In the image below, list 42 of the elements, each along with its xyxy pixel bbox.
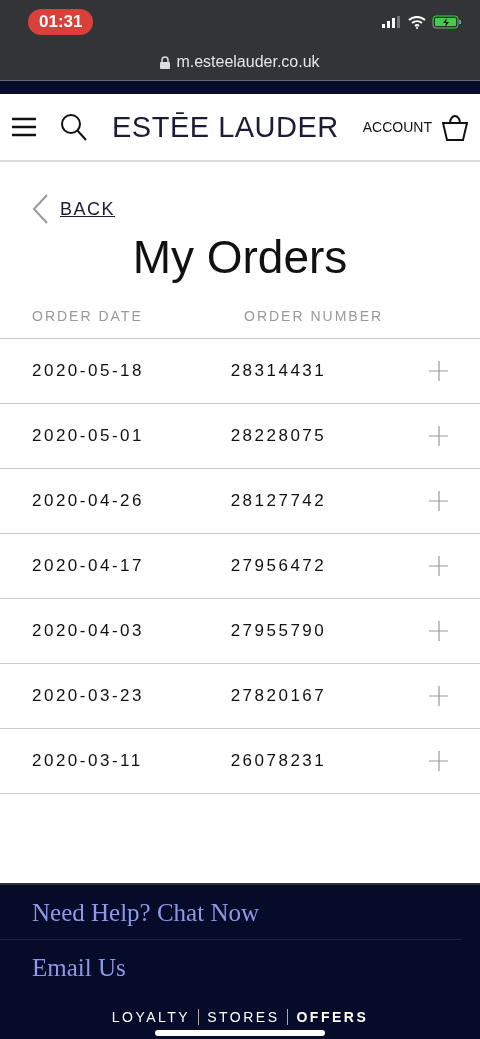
- plus-icon[interactable]: [429, 621, 448, 641]
- back-link[interactable]: BACK: [60, 198, 116, 220]
- lock-icon: [160, 55, 171, 69]
- order-date: 2020-04-26: [32, 491, 145, 511]
- column-header: ORDER NUMBER: [244, 308, 385, 324]
- order-date: 2020-03-23: [32, 686, 145, 706]
- signal-icon: [382, 16, 402, 28]
- status-time: 01:31: [28, 9, 94, 35]
- menu-icon[interactable]: [12, 117, 36, 137]
- plus-icon[interactable]: [429, 426, 448, 446]
- brand-logo[interactable]: ESTĒE LAUDER: [98, 110, 353, 144]
- url-text[interactable]: m.esteelauder.co.uk: [176, 53, 320, 71]
- search-icon[interactable]: [60, 113, 88, 141]
- order-number: 28314431: [230, 361, 328, 381]
- shopping-bag-icon[interactable]: [442, 113, 468, 141]
- order-date: 2020-04-03: [32, 621, 145, 641]
- order-date: 2020-04-17: [32, 556, 145, 576]
- plus-icon[interactable]: [429, 686, 448, 706]
- battery-icon: [432, 15, 462, 29]
- plus-icon[interactable]: [429, 491, 448, 511]
- plus-icon[interactable]: [429, 751, 448, 771]
- order-date: 2020-03-11: [32, 751, 144, 771]
- plus-icon[interactable]: [429, 361, 448, 381]
- column-header: ORDER DATE: [32, 308, 144, 324]
- order-number: 27955790: [230, 621, 328, 641]
- order-number: 28127742: [230, 491, 328, 511]
- account-link[interactable]: ACCOUNT: [362, 119, 432, 135]
- footer-link[interactable]: Need Help? Chat Now: [0, 885, 480, 939]
- order-date: 2020-05-01: [32, 426, 145, 446]
- order-date: 2020-05-18: [32, 361, 145, 381]
- footer-tab[interactable]: LOYALTY: [103, 1009, 199, 1025]
- footer-tab[interactable]: STORES: [198, 1009, 288, 1025]
- order-number: 27820167: [230, 686, 328, 706]
- footer-link[interactable]: Email Us: [0, 940, 480, 994]
- chevron-left-icon[interactable]: [32, 194, 48, 224]
- footer-tab[interactable]: OFFERS: [287, 1009, 377, 1025]
- order-number: 27956472: [230, 556, 328, 576]
- order-number: 26078231: [230, 751, 328, 771]
- wifi-icon: [408, 15, 426, 29]
- page-title: My Orders: [131, 230, 349, 284]
- plus-icon[interactable]: [429, 556, 448, 576]
- order-number: 28228075: [230, 426, 328, 446]
